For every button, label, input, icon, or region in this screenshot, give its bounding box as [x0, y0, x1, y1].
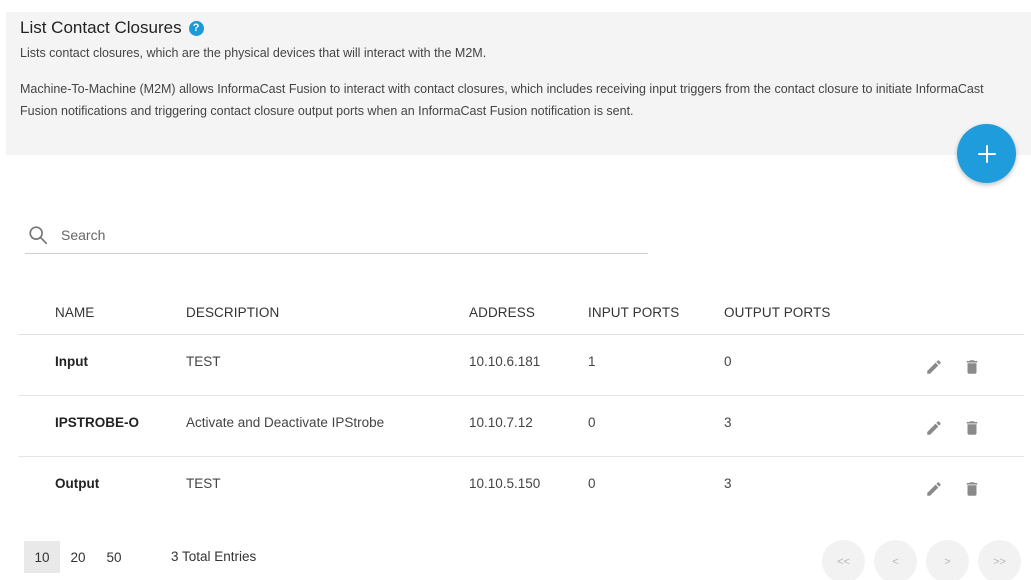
row-name: IPSTROBE-O	[55, 415, 140, 430]
help-icon[interactable]: ?	[188, 20, 204, 36]
row-output-ports: 3	[724, 476, 732, 491]
table-header: NAME DESCRIPTION ADDRESS INPUT PORTS OUT…	[18, 288, 1024, 335]
add-contact-closure-button[interactable]	[957, 124, 1016, 183]
page-description: Machine-To-Machine (M2M) allows InformaC…	[20, 82, 984, 118]
contact-closures-table: NAME DESCRIPTION ADDRESS INPUT PORTS OUT…	[18, 288, 1024, 518]
row-output-ports: 3	[724, 415, 732, 430]
trash-icon[interactable]	[962, 418, 982, 438]
row-output-ports: 0	[724, 354, 732, 369]
page-size-50-button[interactable]: 50	[96, 541, 132, 573]
plus-icon	[977, 144, 996, 163]
column-header-output-ports[interactable]: OUTPUT PORTS	[724, 305, 830, 320]
row-input-ports: 0	[588, 476, 596, 491]
row-input-ports: 0	[588, 415, 596, 430]
pencil-icon[interactable]	[924, 418, 944, 438]
search-icon	[29, 226, 48, 245]
total-entries: 3 Total Entries	[171, 549, 257, 564]
pencil-icon[interactable]	[924, 479, 944, 499]
page-size-selector: 10 20 50	[24, 541, 132, 573]
row-address: 10.10.6.181	[469, 354, 541, 369]
row-actions	[924, 357, 982, 377]
page-subtitle: Lists contact closures, which are the ph…	[20, 46, 487, 60]
next-page-button[interactable]: >	[926, 540, 969, 580]
row-input-ports: 1	[588, 354, 596, 369]
search-input[interactable]	[61, 227, 621, 243]
row-name: Output	[55, 476, 100, 491]
row-actions	[924, 479, 982, 499]
trash-icon[interactable]	[962, 357, 982, 377]
row-description: Activate and Deactivate IPStrobe	[186, 415, 385, 430]
column-header-name[interactable]: NAME	[55, 305, 94, 320]
previous-page-button[interactable]: <	[874, 540, 917, 580]
last-page-button[interactable]: >>	[978, 540, 1021, 580]
row-description: TEST	[186, 476, 221, 491]
table-row: Output TEST 10.10.5.150 0 3	[18, 457, 1024, 518]
column-header-input-ports[interactable]: INPUT PORTS	[588, 305, 679, 320]
page-size-10-button[interactable]: 10	[24, 541, 60, 573]
page-title: List Contact Closures ?	[20, 18, 204, 38]
trash-icon[interactable]	[962, 479, 982, 499]
table-row: Input TEST 10.10.6.181 1 0	[18, 335, 1024, 396]
pencil-icon[interactable]	[924, 357, 944, 377]
row-address: 10.10.5.150	[469, 476, 541, 491]
first-page-button[interactable]: <<	[822, 540, 865, 580]
search-bar	[25, 217, 648, 254]
header-panel: List Contact Closures ? Lists contact cl…	[6, 12, 1031, 155]
pagination-controls: << < > >>	[822, 540, 1021, 580]
row-name: Input	[55, 354, 88, 369]
page-title-text: List Contact Closures	[20, 18, 182, 37]
table-row: IPSTROBE-O Activate and Deactivate IPStr…	[18, 396, 1024, 457]
row-actions	[924, 418, 982, 438]
column-header-description[interactable]: DESCRIPTION	[186, 305, 279, 320]
row-description: TEST	[186, 354, 221, 369]
row-address: 10.10.7.12	[469, 415, 533, 430]
column-header-address[interactable]: ADDRESS	[469, 305, 535, 320]
page-size-20-button[interactable]: 20	[60, 541, 96, 573]
